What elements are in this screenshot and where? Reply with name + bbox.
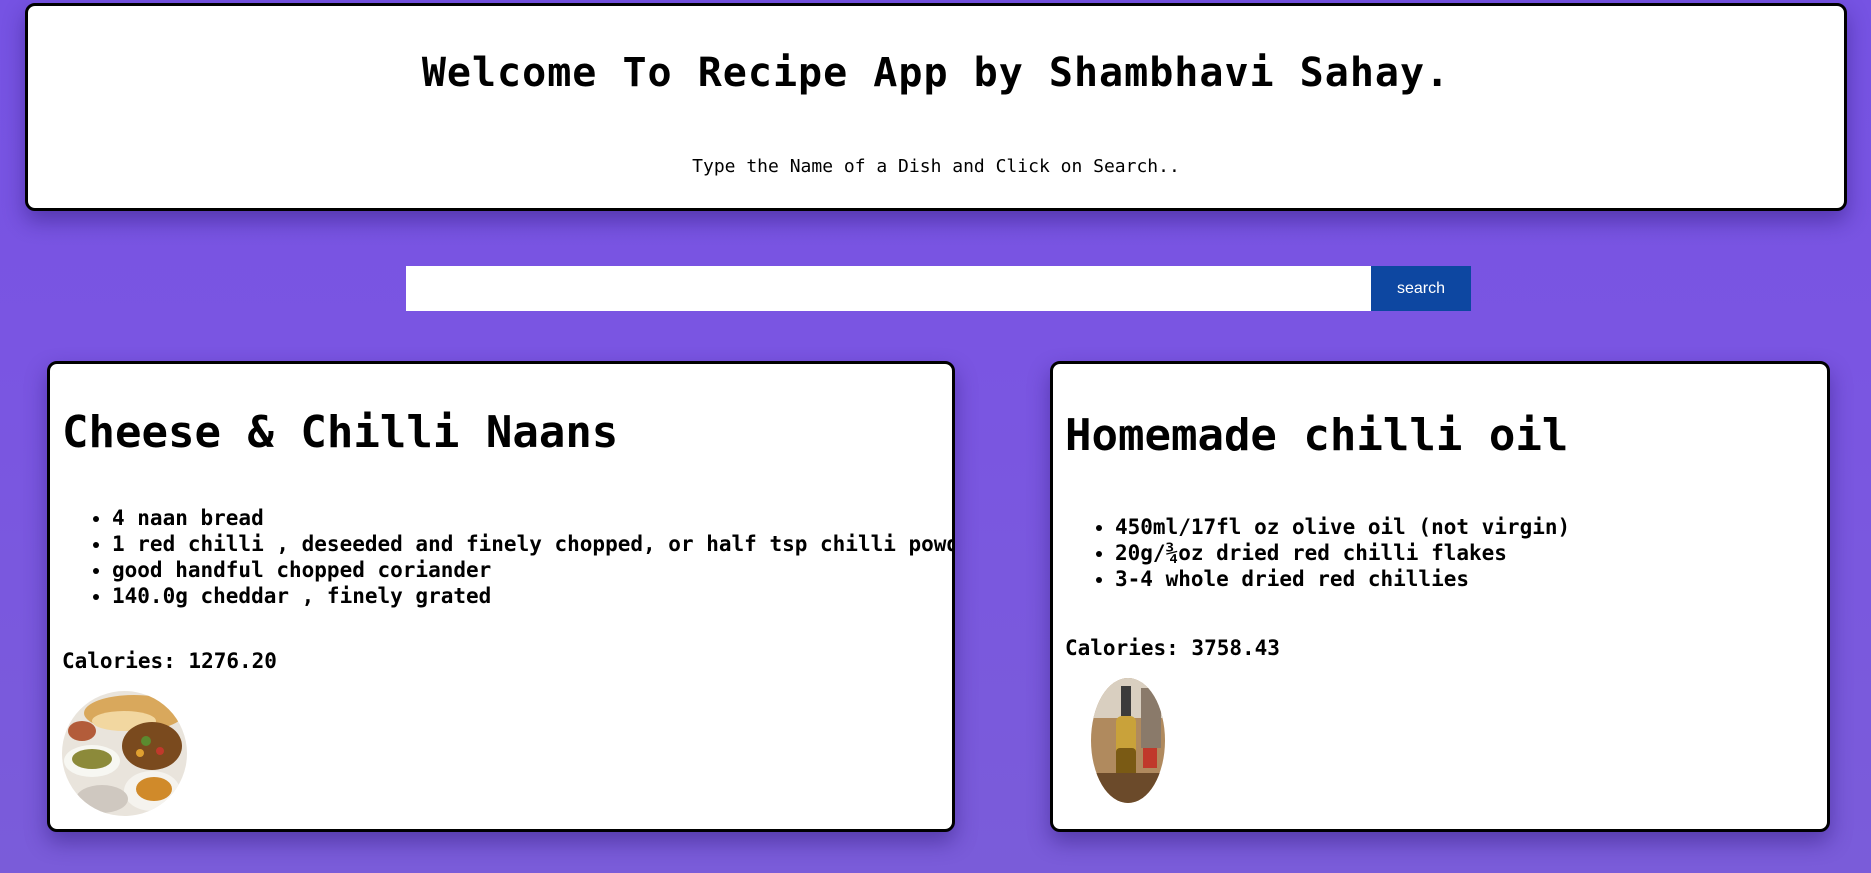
ingredient-item: 3-4 whole dried red chillies: [1115, 566, 1815, 592]
ingredient-item: 4 naan bread: [112, 505, 940, 531]
calories-label: Calories: 3758.43: [1065, 636, 1280, 660]
page-title: Welcome To Recipe App by Shambhavi Sahay…: [421, 50, 1451, 96]
search-input[interactable]: [406, 266, 1371, 311]
ingredient-item: good handful chopped coriander: [112, 557, 940, 583]
recipe-image: [1091, 678, 1165, 803]
header-card: Welcome To Recipe App by Shambhavi Sahay…: [25, 3, 1847, 211]
ingredient-item: 450ml/17fl oz olive oil (not virgin): [1115, 514, 1815, 540]
ingredient-list: 4 naan bread 1 red chilli , deseeded and…: [62, 505, 952, 609]
calories-label: Calories: 1276.20: [62, 649, 277, 673]
recipe-title: Homemade chilli oil: [1065, 410, 1569, 461]
recipe-image: [62, 691, 187, 816]
ingredient-item: 140.0g cheddar , finely grated: [112, 583, 940, 609]
recipe-card: Cheese & Chilli Naans 4 naan bread 1 red…: [47, 361, 955, 832]
search-button[interactable]: search: [1371, 266, 1471, 311]
ingredient-list: 450ml/17fl oz olive oil (not virgin) 20g…: [1065, 514, 1815, 592]
recipe-card: Homemade chilli oil 450ml/17fl oz olive …: [1050, 361, 1830, 832]
ingredient-item: 1 red chilli , deseeded and finely chopp…: [112, 531, 952, 557]
ingredient-item: 20g/¾oz dried red chilli flakes: [1115, 540, 1815, 566]
page-subtitle: Type the Name of a Dish and Click on Sea…: [692, 156, 1180, 177]
recipe-title: Cheese & Chilli Naans: [62, 407, 619, 458]
search-bar: search: [406, 266, 1471, 311]
